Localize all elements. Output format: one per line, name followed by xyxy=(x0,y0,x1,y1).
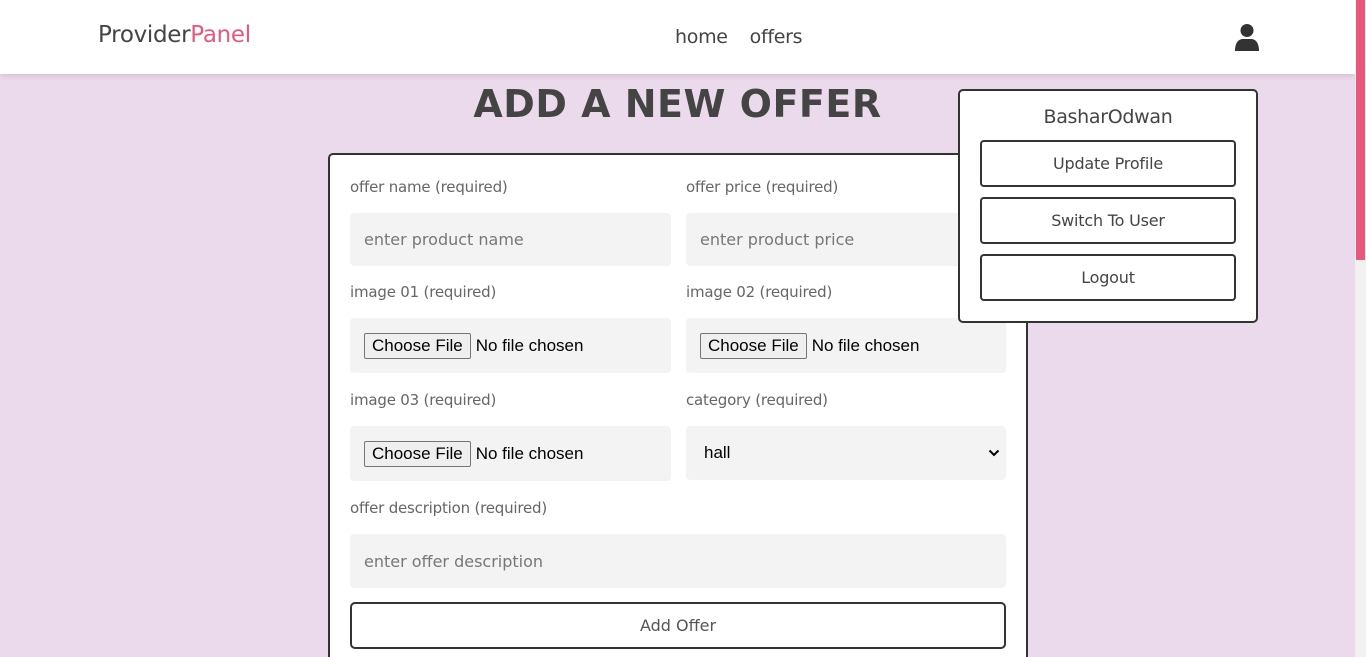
image-02-label: image 02 (required) xyxy=(686,283,833,301)
logo-accent: Panel xyxy=(190,22,251,48)
nav-offers-link[interactable]: offers xyxy=(750,26,803,48)
nav-home-link[interactable]: home xyxy=(675,26,728,48)
image-02-file-status: No file chosen xyxy=(811,335,920,355)
logo[interactable]: ProviderPanel xyxy=(98,22,251,48)
scrollbar-thumb[interactable] xyxy=(1356,0,1365,260)
category-select[interactable]: hall xyxy=(686,426,1006,480)
main-nav: home offers xyxy=(675,26,803,48)
update-profile-button[interactable]: Update Profile xyxy=(980,140,1236,187)
offer-price-label: offer price (required) xyxy=(686,178,839,196)
image-03-file-input: Choose File No file chosen xyxy=(350,426,671,481)
add-offer-button[interactable]: Add Offer xyxy=(350,602,1006,649)
logout-button[interactable]: Logout xyxy=(980,254,1236,301)
image-01-label: image 01 (required) xyxy=(350,283,497,301)
offer-name-label: offer name (required) xyxy=(350,178,508,196)
username: BasharOdwan xyxy=(1043,106,1173,128)
image-03-choose-file-button[interactable]: Choose File xyxy=(364,440,471,467)
image-01-choose-file-button[interactable]: Choose File xyxy=(364,332,471,359)
top-navbar: ProviderPanel home offers xyxy=(0,0,1355,74)
user-icon[interactable] xyxy=(1234,23,1260,51)
category-label: category (required) xyxy=(686,391,828,409)
image-02-file-input: Choose File No file chosen xyxy=(686,318,1006,373)
logo-main: Provider xyxy=(98,22,191,48)
image-03-label: image 03 (required) xyxy=(350,391,497,409)
image-01-file-status: No file chosen xyxy=(475,335,584,355)
offer-description-input[interactable] xyxy=(350,534,1006,588)
add-offer-form: offer name (required) offer price (requi… xyxy=(328,153,1028,657)
category-selected-value: hall xyxy=(704,443,731,462)
image-03-file-status: No file chosen xyxy=(475,443,584,463)
chevron-down-icon xyxy=(988,449,1000,457)
offer-name-input[interactable] xyxy=(350,213,671,266)
image-01-file-input: Choose File No file chosen xyxy=(350,318,671,373)
offer-description-label: offer description (required) xyxy=(350,499,548,517)
image-02-choose-file-button[interactable]: Choose File xyxy=(700,332,807,359)
switch-to-user-button[interactable]: Switch To User xyxy=(980,197,1236,244)
user-dropdown-menu: BasharOdwan Update Profile Switch To Use… xyxy=(958,89,1258,323)
